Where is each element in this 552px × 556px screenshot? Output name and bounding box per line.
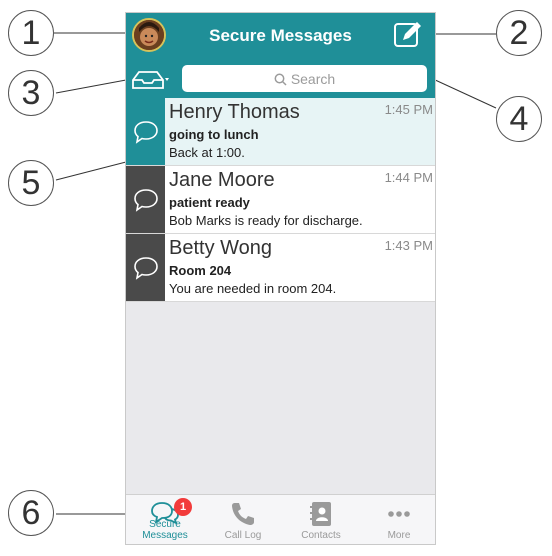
message-time: 1:44 PM (384, 170, 433, 185)
callout-number: 3 (8, 70, 54, 116)
unread-badge: 1 (174, 498, 192, 516)
sender-name: Henry Thomas (169, 101, 300, 123)
tab-call-log[interactable]: Call Log (204, 495, 282, 544)
message-indicator (126, 166, 165, 233)
sender-name: Betty Wong (169, 237, 273, 259)
message-preview: Back at 1:00. (169, 145, 245, 160)
message-list: Henry Thomas 1:45 PM going to lunch Back… (126, 98, 435, 302)
search-toolbar: Search (126, 60, 435, 98)
message-preview: You are needed in room 204. (169, 281, 337, 296)
tab-contacts[interactable]: Contacts (282, 495, 360, 544)
page-title: Secure Messages (209, 26, 352, 45)
contacts-book-icon (310, 502, 331, 526)
compose-button[interactable] (393, 21, 423, 49)
inbox-tray-icon (132, 71, 169, 89)
callout-number: 5 (8, 160, 54, 206)
inbox-filter-button[interactable] (130, 66, 170, 94)
callout-number: 1 (8, 10, 54, 56)
tab-label: Secure Messages (142, 519, 188, 541)
list-item[interactable]: Henry Thomas 1:45 PM going to lunch Back… (126, 98, 435, 166)
search-icon (274, 73, 287, 86)
chat-bubble-icon (134, 121, 158, 144)
search-input[interactable]: Search (182, 65, 427, 92)
sender-name: Jane Moore (169, 169, 275, 191)
list-item[interactable]: Betty Wong 1:43 PM Room 204 You are need… (126, 234, 435, 302)
callout-number: 6 (8, 490, 54, 536)
tab-label: Call Log (224, 530, 262, 541)
message-indicator (126, 234, 165, 301)
tab-label: More (387, 530, 411, 541)
message-subject: patient ready (169, 195, 250, 210)
message-indicator (126, 98, 165, 165)
message-subject: Room 204 (169, 263, 232, 278)
chat-bubble-icon (134, 257, 158, 280)
compose-icon (394, 22, 421, 47)
callout-number: 4 (496, 96, 542, 142)
message-preview: Bob Marks is ready for discharge. (169, 213, 363, 228)
tab-more[interactable]: More (360, 495, 435, 544)
search-placeholder: Search (290, 71, 336, 87)
phone-screen: Secure Messages Search Henry Thomas 1:45… (125, 12, 436, 545)
message-time: 1:45 PM (384, 102, 433, 117)
message-time: 1:43 PM (384, 238, 433, 253)
app-header: Secure Messages (126, 13, 435, 60)
list-item[interactable]: Jane Moore 1:44 PM patient ready Bob Mar… (126, 166, 435, 234)
callout-number: 2 (496, 10, 542, 56)
tab-label: Contacts (301, 530, 341, 541)
tab-secure-messages[interactable]: 1 Secure Messages (126, 495, 204, 544)
phone-icon (232, 503, 254, 525)
more-dots-icon (388, 511, 410, 517)
tab-bar: 1 Secure Messages Call Log Contacts More (126, 494, 435, 544)
chat-bubble-icon (134, 189, 158, 212)
message-subject: going to lunch (169, 127, 259, 142)
